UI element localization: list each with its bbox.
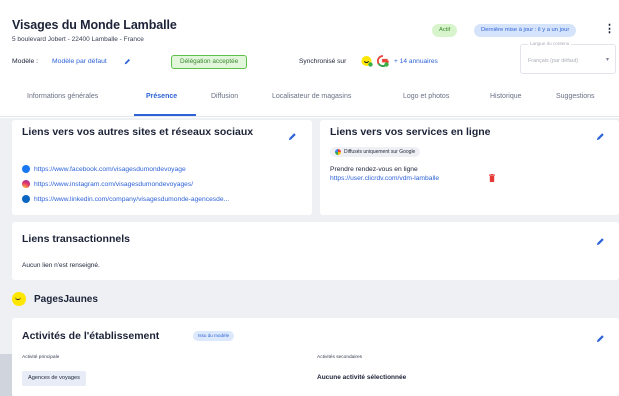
model-label: Modèle : [12, 58, 39, 65]
tab-logo-photos[interactable]: Logo et photos [403, 93, 449, 100]
chevron-down-icon[interactable]: ▾ [606, 56, 609, 63]
background-edge [0, 354, 12, 396]
primary-activity-value: Agences de voyages [22, 371, 86, 386]
pagesjaunes-section-header: PagesJaunes [12, 290, 98, 308]
sync-more-link[interactable]: + 14 annuaires [394, 58, 438, 65]
language-select-legend: Langue du contenu [528, 41, 572, 46]
transactional-links-title: Liens transactionnels [22, 233, 130, 245]
establishment-header: Visages du Monde Lamballe 5 boulevard Jo… [0, 0, 619, 118]
tab-localisateur[interactable]: Localisateur de magasins [272, 93, 351, 100]
model-link[interactable]: Modèle par défaut [52, 58, 107, 65]
social-link-instagram[interactable]: https://www.instagram.com/visagesdumonde… [22, 180, 193, 188]
secondary-activities-value: Aucune activité sélectionnée [317, 374, 407, 381]
delete-icon[interactable] [489, 174, 495, 182]
transactional-links-card [12, 222, 619, 280]
app-frame: Visages du Monde Lamballe 5 boulevard Jo… [0, 0, 619, 396]
edit-model-icon[interactable] [124, 58, 131, 65]
booking-label: Prendre rendez-vous en ligne [330, 166, 418, 173]
transactional-empty-text: Aucun lien n'est renseigné. [22, 262, 100, 269]
instagram-url[interactable]: https://www.instagram.com/visagesdumonde… [34, 181, 193, 188]
online-services-title: Liens vers vos services en ligne [330, 126, 491, 138]
kebab-menu-icon[interactable]: ⋮ [604, 22, 615, 35]
sync-label: Synchronisé sur [299, 58, 347, 65]
edit-transactional-links-icon[interactable] [596, 237, 605, 246]
tab-suggestions[interactable]: Suggestions [556, 93, 595, 100]
status-badge: Actif [432, 24, 458, 37]
delegation-badge: Délégation acceptée [171, 55, 248, 69]
social-link-facebook[interactable]: https://www.facebook.com/visagesdumondev… [22, 165, 186, 173]
establishment-title: Visages du Monde Lamballe [12, 18, 177, 32]
google-icon [377, 55, 389, 67]
linkedin-url[interactable]: https://www.linkedin.com/company/visages… [34, 196, 229, 203]
facebook-url[interactable]: https://www.facebook.com/visagesdumondev… [34, 166, 186, 173]
from-model-chip: Issu du modèle [193, 331, 235, 341]
pagesjaunes-logo-icon [12, 292, 26, 306]
tab-diffusion[interactable]: Diffusion [211, 93, 238, 100]
activities-title: Activités de l'établissement [22, 330, 160, 342]
establishment-address: 5 boulevard Jobert - 22400 Lamballe - Fr… [12, 36, 144, 43]
instagram-icon [22, 180, 30, 188]
pagesjaunes-title: PagesJaunes [34, 293, 98, 305]
secondary-activities-label: Activités secondaires [317, 355, 363, 360]
google-icon [335, 149, 341, 155]
google-only-label: Diffusés uniquement sur Google [344, 149, 416, 155]
tab-informations-generales[interactable]: Informations générales [27, 93, 98, 100]
tab-presence[interactable]: Présence [146, 93, 177, 100]
tab-historique[interactable]: Historique [490, 93, 522, 100]
facebook-icon [22, 165, 30, 173]
linkedin-icon [22, 195, 30, 203]
social-links-title: Liens vers vos autres sites et réseaux s… [22, 126, 254, 138]
edit-social-links-icon[interactable] [288, 132, 297, 141]
pagesjaunes-icon [361, 56, 373, 67]
tabs-divider [0, 116, 619, 117]
edit-online-services-icon[interactable] [596, 132, 605, 141]
booking-url[interactable]: https://user.clicrdv.com/vdm-lamballe [330, 175, 439, 182]
last-update-badge: Dernière mise à jour : il y a un jour [474, 24, 577, 37]
social-link-linkedin[interactable]: https://www.linkedin.com/company/visages… [22, 195, 229, 203]
language-select-value: Français (par défaut) [528, 58, 579, 64]
tab-bar: Informations générales Présence Diffusio… [0, 90, 619, 112]
primary-activity-label: Activité principale [22, 355, 60, 360]
edit-activities-icon[interactable] [596, 334, 605, 343]
google-only-chip: Diffusés uniquement sur Google [330, 147, 421, 157]
